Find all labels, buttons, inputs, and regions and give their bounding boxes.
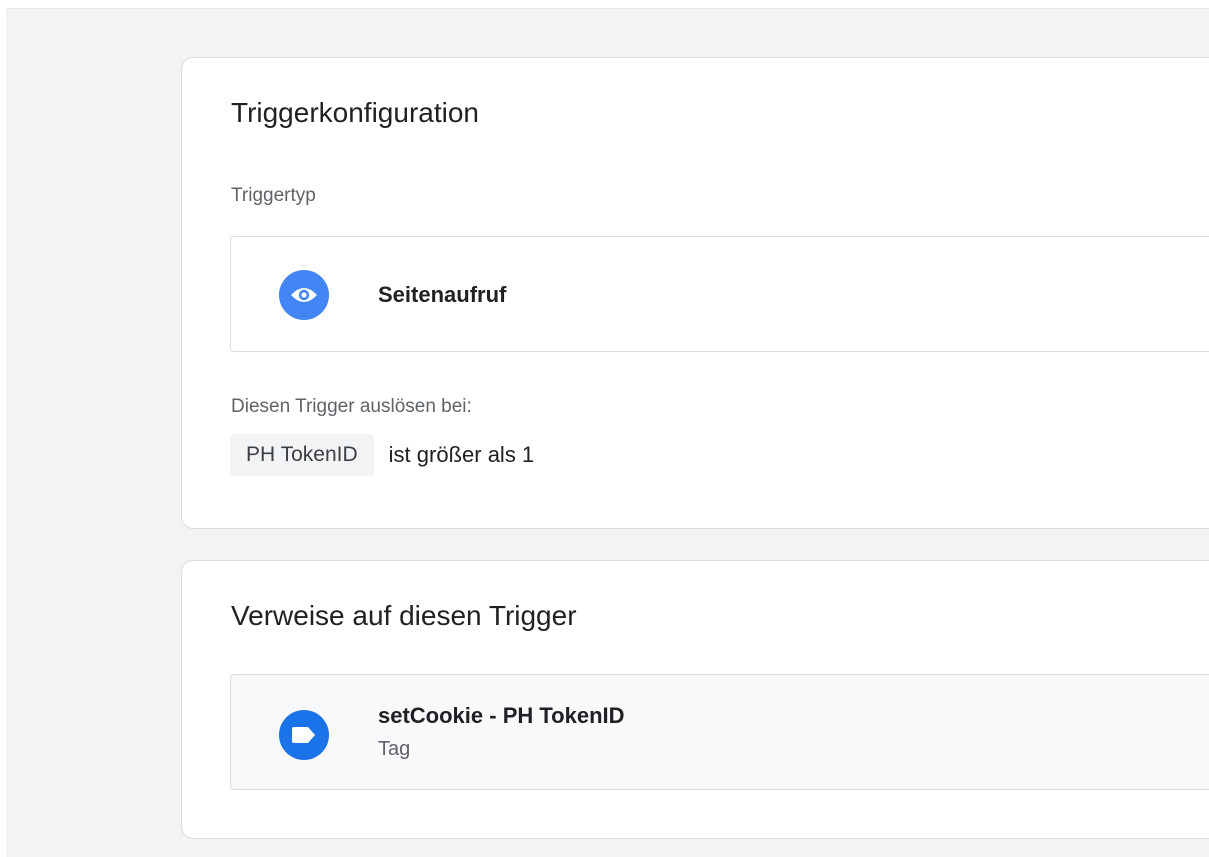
left-edge [0, 8, 6, 857]
fire-condition: PH TokenID ist größer als 1 [230, 434, 534, 476]
tag-icon [279, 710, 329, 760]
eye-icon [279, 270, 329, 320]
trigger-type-selector[interactable]: Seitenaufruf [230, 236, 1209, 352]
card-title: Verweise auf diesen Trigger [231, 600, 577, 631]
trigger-type-name: Seitenaufruf [378, 282, 507, 307]
trigger-references-card: Verweise auf diesen Trigger setCookie - … [181, 560, 1209, 839]
card-title: Triggerkonfiguration [231, 97, 479, 128]
variable-chip[interactable]: PH TokenID [230, 434, 374, 476]
reference-kind: Tag [378, 738, 411, 760]
top-divider [0, 0, 1209, 9]
fire-condition-label: Diesen Trigger auslösen bei: [231, 396, 472, 417]
reference-name: setCookie - PH TokenID [378, 703, 625, 728]
reference-item[interactable]: setCookie - PH TokenID Tag [230, 674, 1209, 790]
trigger-configuration-card: Triggerkonfiguration Triggertyp Seitenau… [181, 57, 1209, 529]
trigger-type-label: Triggertyp [231, 185, 316, 206]
condition-operator: ist größer als 1 [388, 442, 535, 467]
